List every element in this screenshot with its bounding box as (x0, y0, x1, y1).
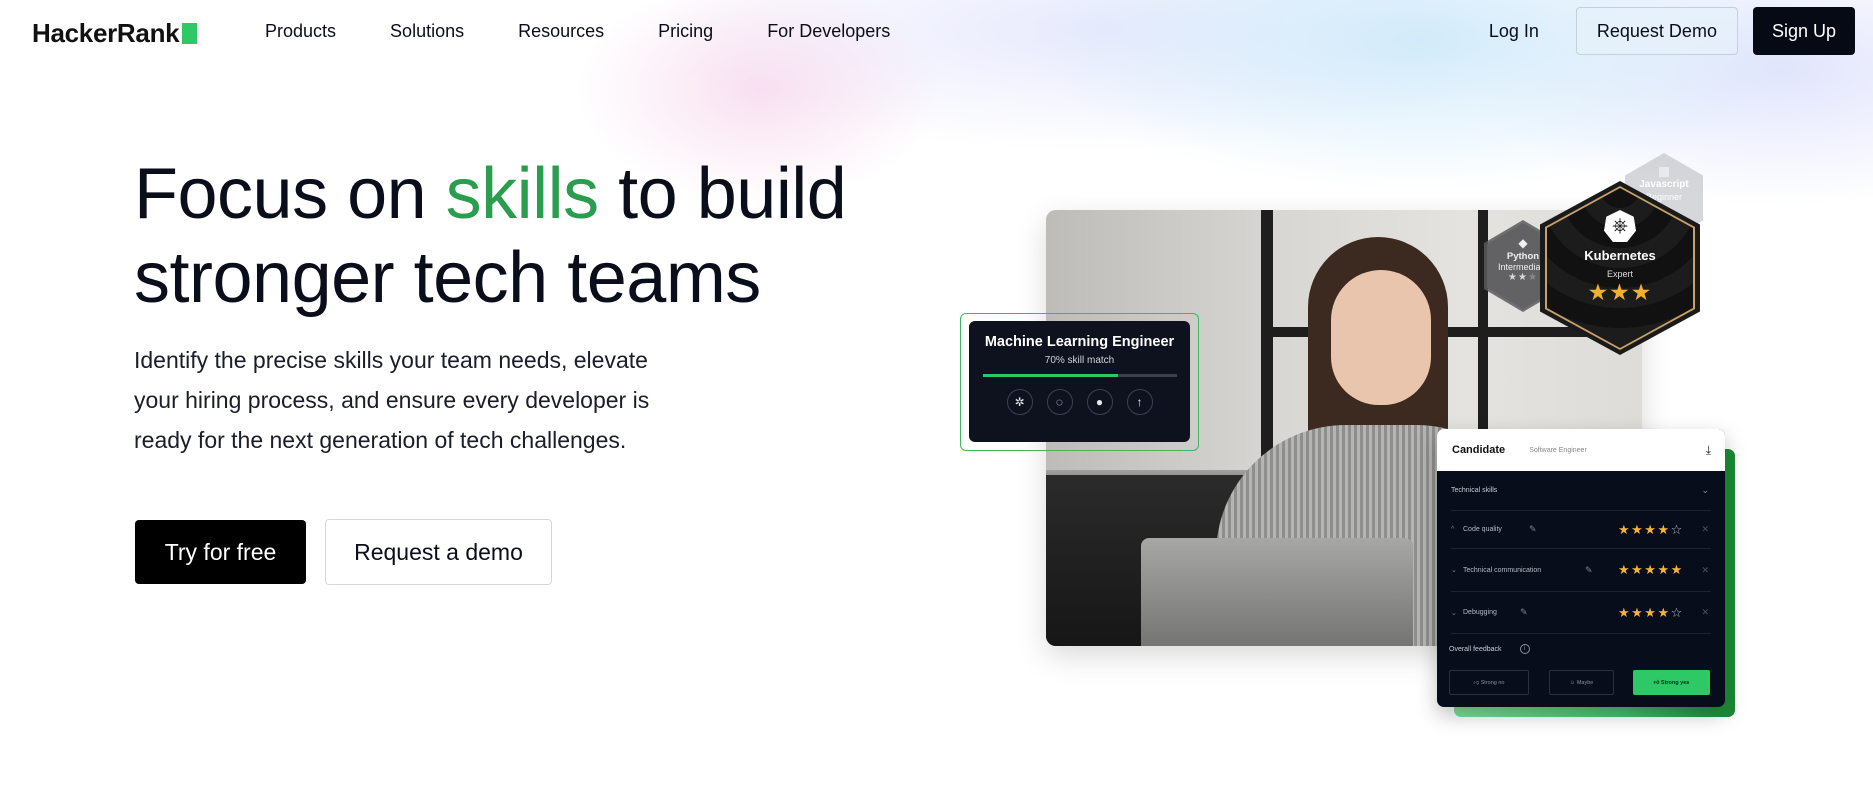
hero-subtitle: Identify the precise skills your team ne… (134, 347, 650, 453)
strong-no-button[interactable]: 👎︎ Strong no (1449, 670, 1529, 695)
nav-link-products[interactable]: Products (265, 21, 336, 42)
kubernetes-helm-icon: ⎈ (1604, 210, 1636, 242)
close-icon[interactable]: ✕ (1701, 565, 1709, 576)
tensorflow-icon: ↑ (1126, 389, 1153, 415)
candidate-header: Candidate Software Engineer ⤓ (1437, 429, 1725, 471)
role-match-card: Machine Learning Engineer 70% skill matc… (969, 321, 1190, 442)
candidate-scorecard: Candidate Software Engineer ⤓ Technical … (1437, 429, 1725, 707)
technical-skills-section[interactable]: Technical skills ⌄ (1451, 471, 1711, 511)
skill-name: Code quality (1463, 526, 1502, 533)
nav-link-for-developers[interactable]: For Developers (767, 21, 890, 42)
skill-match-progress (982, 374, 1177, 377)
login-link[interactable]: Log In (1489, 21, 1539, 42)
thumbs-up-icon: 👍︎ (1653, 679, 1661, 686)
skill-row: ^ Code quality ✎ ★★★★☆ ✕ (1451, 511, 1711, 549)
badge-skill: Javascript (1639, 179, 1689, 190)
nav-actions: Log In Request Demo Sign Up (1489, 7, 1855, 55)
photo-laptop (1141, 538, 1413, 646)
logo-text: HackerRank (32, 18, 180, 48)
badge-stars: ★★★ (1587, 279, 1653, 305)
javascript-icon (1659, 167, 1669, 177)
feedback-options: 👎︎ Strong no ☺ Maybe 👍︎ Strong yes (1449, 670, 1713, 695)
nav-link-pricing[interactable]: Pricing (658, 21, 713, 42)
hero-title: Focus on skills to build stronger tech t… (134, 152, 847, 320)
top-navigation: HackerRank Products Solutions Resources … (0, 0, 1873, 64)
badge-skill: Kubernetes (1584, 248, 1656, 263)
airflow-icon: ✲ (1006, 389, 1033, 415)
section-title: Technical skills (1451, 487, 1498, 494)
sign-up-button[interactable]: Sign Up (1752, 7, 1855, 55)
thumbs-down-icon: 👎︎ (1473, 679, 1481, 686)
maybe-label: Maybe (1576, 679, 1594, 686)
close-icon[interactable]: ✕ (1701, 607, 1709, 618)
hero-title-part1: Focus on (134, 154, 446, 234)
neutral-face-icon: ☺ (1569, 679, 1577, 686)
edit-pencil-icon[interactable]: ✎ (1520, 607, 1528, 618)
logo-green-block-icon (182, 23, 198, 44)
request-demo-button[interactable]: Request Demo (1575, 7, 1738, 55)
maybe-button[interactable]: ☺ Maybe (1549, 670, 1614, 695)
feedback-label: Overall feedback (1449, 645, 1502, 653)
role-title: Machine Learning Engineer (984, 334, 1175, 350)
badge-level: Expert (1606, 269, 1633, 279)
chevron-down-icon[interactable]: ⌄ (1451, 609, 1463, 617)
info-icon[interactable]: i (1519, 644, 1530, 654)
skill-match-progress-fill (982, 374, 1119, 377)
edit-pencil-icon[interactable]: ✎ (1529, 524, 1537, 535)
nav-link-solutions[interactable]: Solutions (390, 21, 464, 42)
nav-menu: Products Solutions Resources Pricing For… (265, 21, 944, 42)
candidate-title: Candidate (1452, 444, 1506, 456)
chevron-down-icon[interactable]: ⌄ (1451, 566, 1463, 574)
photo-person-face (1331, 270, 1431, 405)
hero-title-part2: to build (598, 154, 847, 234)
hero-title-accent: skills (445, 154, 600, 234)
strong-yes-button[interactable]: 👍︎ Strong yes (1633, 670, 1710, 695)
strong-no-label: Strong no (1480, 679, 1505, 686)
skill-name: Technical communication (1463, 566, 1542, 574)
try-for-free-button[interactable]: Try for free (135, 520, 306, 584)
chevron-up-icon[interactable]: ^ (1451, 526, 1463, 533)
skill-row: ⌄ Technical communication ✎ ★★★★★ ✕ (1451, 549, 1711, 592)
skill-row: ⌄ Debugging ✎ ★★★★☆ ✕ (1451, 592, 1711, 634)
strong-yes-label: Strong yes (1660, 679, 1690, 686)
nav-link-resources[interactable]: Resources (518, 21, 604, 42)
badge-inner: ⎈ Kubernetes Expert ★★★ (1547, 188, 1693, 348)
chevron-down-icon[interactable]: ⌄ (1701, 485, 1709, 496)
skill-rating-stars[interactable]: ★★★★★ (1618, 562, 1684, 578)
close-icon[interactable]: ✕ (1701, 524, 1709, 535)
skill-rating-stars[interactable]: ★★★★☆ (1618, 605, 1684, 621)
candidate-role: Software Engineer (1529, 446, 1587, 454)
skill-name: Debugging (1463, 609, 1497, 616)
hero-title-line2: stronger tech teams (134, 238, 761, 318)
edit-pencil-icon[interactable]: ✎ (1585, 565, 1593, 576)
pytorch-icon: ◌ (1046, 389, 1073, 415)
download-icon[interactable]: ⤓ (1706, 443, 1711, 458)
hackerrank-logo[interactable]: HackerRank (32, 18, 198, 49)
skill-icons: ✲ ◌ ● ↑ (969, 389, 1190, 415)
overall-feedback: Overall feedback i (1449, 634, 1713, 664)
skill-rating-stars[interactable]: ★★★★☆ (1618, 522, 1684, 538)
python-icon: ● (1086, 389, 1113, 415)
skill-match-label: 70% skill match (1044, 355, 1115, 366)
request-a-demo-button[interactable]: Request a demo (325, 519, 552, 585)
